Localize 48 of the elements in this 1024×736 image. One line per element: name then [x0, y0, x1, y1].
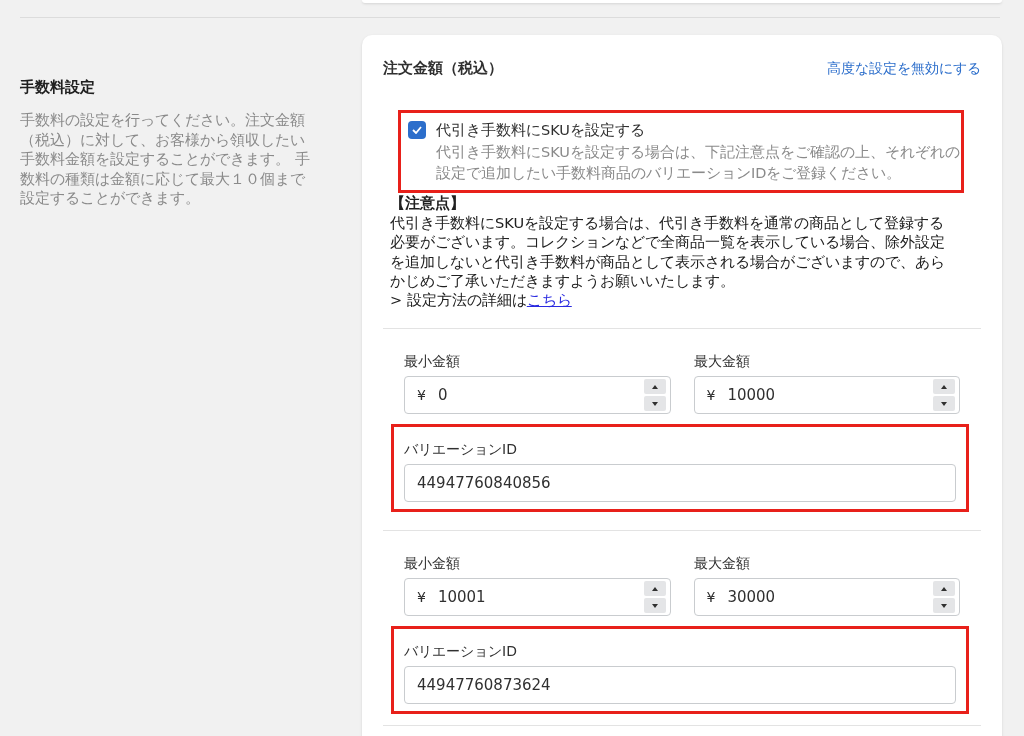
amount-field[interactable]: ¥ 10000 — [693, 376, 960, 414]
notice-heading: 【注意点】 — [390, 193, 465, 213]
caret-up-icon — [651, 384, 658, 389]
increment-button[interactable] — [643, 581, 666, 596]
checkbox-help-text: 代引き手数料にSKUを設定する場合は、下記注意点をご確認の上、それぞれの設定で追加したい手数料商品のバリエーションIDをご登録ください。 — [436, 142, 961, 183]
increment-button[interactable] — [643, 379, 666, 394]
amount-field[interactable]: ¥ 0 — [404, 376, 671, 414]
details-link[interactable]: こちら — [526, 291, 572, 308]
currency-symbol: ¥ — [417, 587, 426, 607]
increment-button[interactable] — [933, 581, 955, 596]
caret-down-icon — [651, 401, 658, 406]
section-description: 手数料の設定を行ってください。注文金額（税込）に対して、お客様から領収したい手数料金額を設定することができます。 手数料の種類は金額に応じて最大１０個まで設定することができます。 — [20, 111, 311, 208]
amount-field[interactable]: ¥ 30000 — [693, 578, 960, 616]
decrement-button[interactable] — [933, 396, 955, 411]
caret-up-icon — [941, 384, 947, 389]
disable-advanced-link[interactable]: 高度な設定を無効にする — [827, 58, 981, 79]
caret-up-icon — [651, 586, 658, 591]
currency-symbol: ¥ — [706, 587, 716, 607]
field-label: 最大金額 — [693, 554, 750, 573]
field-label: バリエーションID — [404, 642, 517, 661]
section-title: 手数料設定 — [20, 77, 95, 97]
field-label: 最大金額 — [693, 352, 750, 371]
amount-input[interactable]: 10000 — [727, 383, 933, 407]
caret-up-icon — [941, 586, 947, 591]
card-title: 注文金額（税込） — [383, 58, 503, 79]
amount-field[interactable]: ¥ 10001 — [404, 578, 671, 616]
amount-input[interactable]: 0 — [437, 383, 644, 407]
variation-id-field[interactable]: 44947760840856 — [404, 464, 956, 502]
decrement-button[interactable] — [643, 598, 666, 613]
sku-checkbox[interactable] — [408, 120, 426, 139]
variation-id-field[interactable]: 44947760873624 — [404, 666, 956, 704]
field-label: 最小金額 — [404, 352, 460, 371]
details-text: > 設定方法の詳細は こちら — [390, 290, 572, 310]
currency-symbol: ¥ — [706, 385, 716, 405]
notice-text: 代引き手数料にSKUを設定する場合は、代引き手数料を通常の商品として登録する必要がございます。コレクションなどで全商品一覧を表示している場合、除外設定を追加しないと代引き手数料が商品として表示される場合がございますので、あらかじめご了承いただきますようお願いいたします。 — [390, 212, 946, 291]
field-label: バリエーションID — [404, 440, 517, 459]
caret-down-icon — [941, 401, 947, 406]
caret-down-icon — [941, 603, 947, 608]
increment-button[interactable] — [933, 379, 955, 394]
amount-input[interactable]: 10001 — [437, 585, 644, 609]
decrement-button[interactable] — [643, 396, 666, 411]
currency-symbol: ¥ — [417, 385, 426, 405]
amount-input[interactable]: 30000 — [727, 585, 933, 609]
caret-down-icon — [651, 603, 658, 608]
checkbox-label: 代引き手数料にSKUを設定する — [436, 120, 645, 140]
checkmark-icon — [412, 125, 422, 134]
field-label: 最小金額 — [404, 554, 460, 573]
decrement-button[interactable] — [933, 598, 955, 613]
